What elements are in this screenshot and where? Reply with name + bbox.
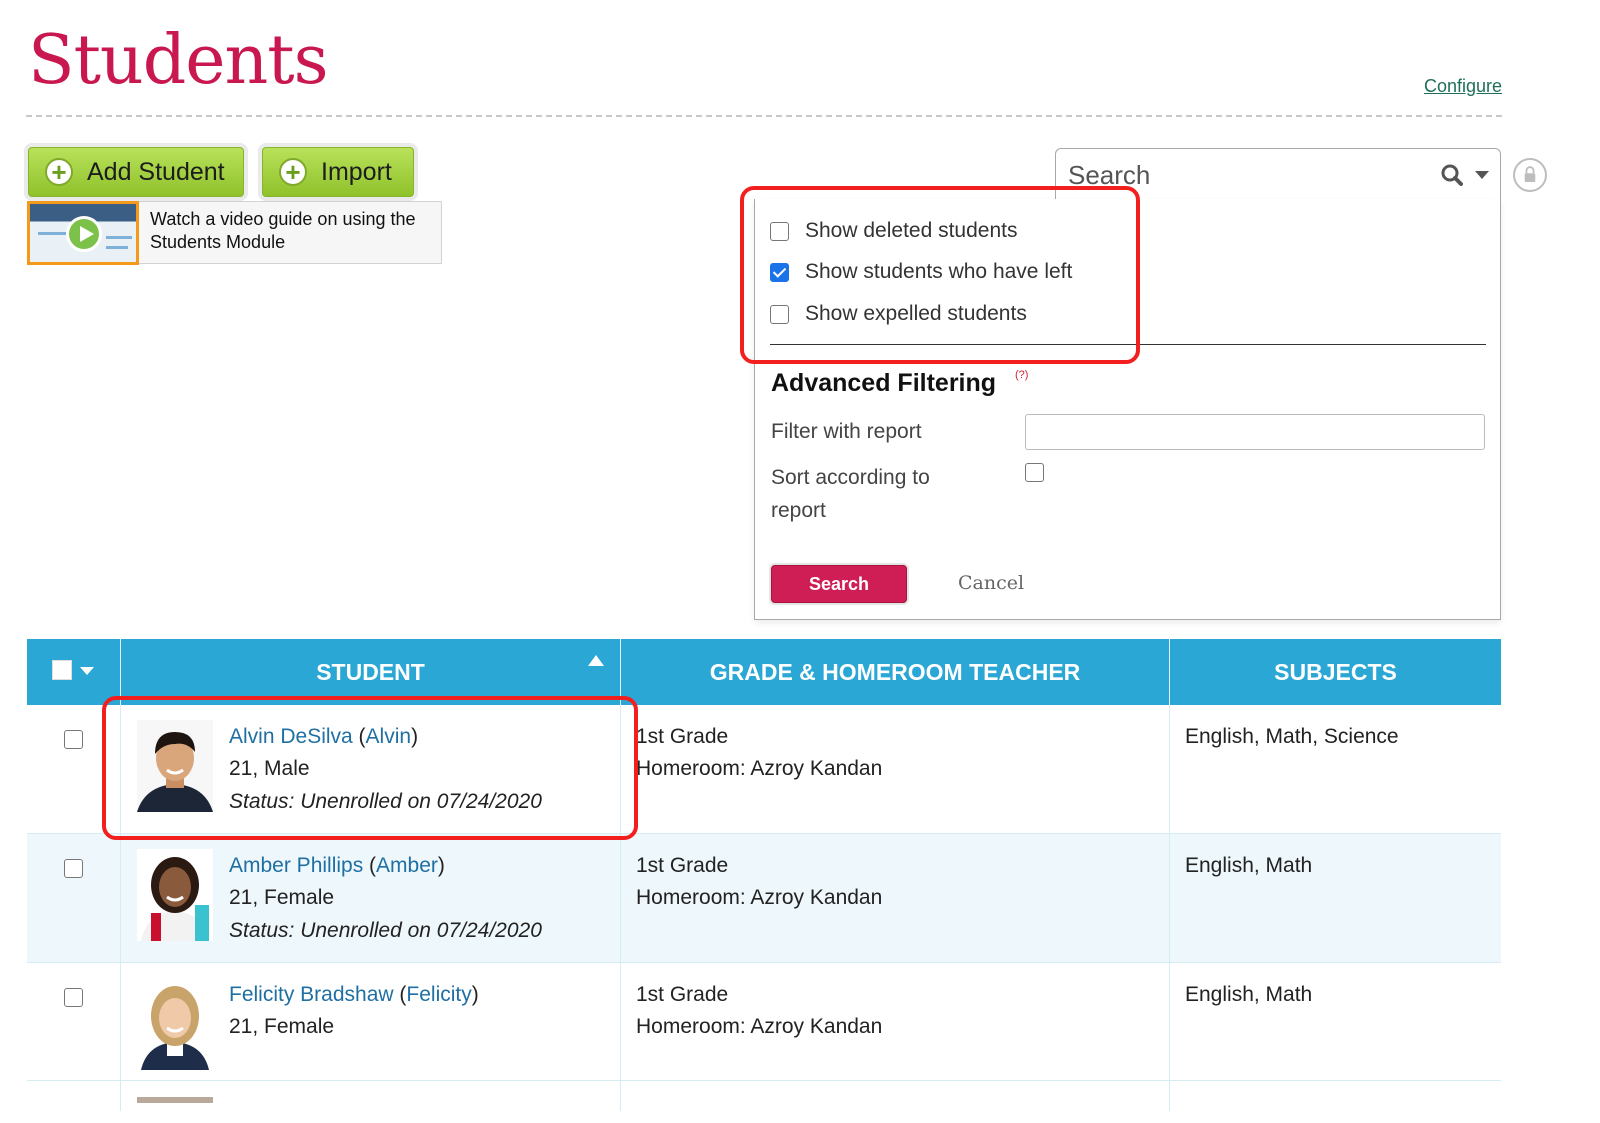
student-grade: 1st Grade <box>636 854 729 877</box>
column-student[interactable]: STUDENT <box>121 639 621 705</box>
checkbox[interactable] <box>770 304 789 324</box>
student-name-line: Felicity Bradshaw (Felicity) <box>229 983 479 1006</box>
sort-report-label: Sort according to report <box>771 466 930 522</box>
student-nickname-link[interactable]: Alvin <box>366 725 412 748</box>
help-link[interactable]: (?) <box>1015 369 1028 381</box>
video-thumbnail[interactable] <box>27 201 139 265</box>
sort-report-checkbox[interactable] <box>1025 463 1044 482</box>
filter-label: Show students who have left <box>805 260 1073 283</box>
search-icon[interactable] <box>1441 164 1463 186</box>
student-subjects: English, Math, Science <box>1185 725 1399 748</box>
advanced-filtering-title: Advanced Filtering <box>771 369 997 397</box>
student-name-line: Alvin DeSilva (Alvin) <box>229 725 419 748</box>
filter-report-label: Filter with report <box>771 420 922 443</box>
sort-ascending-icon[interactable] <box>588 655 604 666</box>
student-photo <box>137 978 213 1070</box>
import-label: Import <box>321 157 392 186</box>
student-homeroom: Homeroom: Azroy Kandan <box>636 1015 883 1038</box>
student-homeroom: Homeroom: Azroy Kandan <box>636 886 883 909</box>
filter-show-left[interactable]: Show students who have left <box>770 260 1072 284</box>
filter-label: Show deleted students <box>805 219 1018 242</box>
cancel-link[interactable]: Cancel <box>958 572 1024 594</box>
table-row[interactable]: Alvin DeSilva (Alvin) 21, Male Status: U… <box>27 705 1501 834</box>
column-label: GRADE & HOMEROOM TEACHER <box>709 658 1081 685</box>
student-status: Status: Unenrolled on 07/24/2020 <box>229 919 542 942</box>
student-age-gender: 21, Female <box>229 886 335 909</box>
configure-link[interactable]: Configure <box>1424 76 1502 97</box>
filter-label: Show expelled students <box>805 302 1027 325</box>
student-grade: 1st Grade <box>636 983 729 1006</box>
title-divider <box>26 115 1502 117</box>
student-photo <box>137 849 213 941</box>
student-nickname-link[interactable]: Amber <box>376 854 438 877</box>
student-name-line: Amber Phillips (Amber) <box>229 854 445 877</box>
column-subjects[interactable]: SUBJECTS <box>1170 639 1501 705</box>
select-all-column <box>27 639 121 705</box>
import-button[interactable]: + Import <box>262 147 414 197</box>
student-nickname-link[interactable]: Felicity <box>406 983 471 1006</box>
row-checkbox[interactable] <box>64 859 83 878</box>
select-all-checkbox[interactable] <box>52 660 72 680</box>
column-grade-homeroom[interactable]: GRADE & HOMEROOM TEACHER <box>621 639 1170 705</box>
video-guide-text: Watch a video guide on using the Student… <box>150 209 416 252</box>
add-student-label: Add Student <box>87 157 225 186</box>
panel-divider <box>770 344 1486 345</box>
row-checkbox[interactable] <box>64 730 83 749</box>
checkbox[interactable] <box>770 262 789 282</box>
table-row[interactable]: Amber Phillips (Amber) 21, Female Status… <box>27 834 1501 963</box>
filter-report-input[interactable] <box>1025 414 1485 450</box>
search-options-panel: Show deleted students Show students who … <box>754 199 1501 620</box>
checkbox[interactable] <box>770 221 789 241</box>
table-row-partial <box>27 1081 1501 1111</box>
student-age-gender: 21, Female <box>229 1015 335 1038</box>
video-guide[interactable]: Watch a video guide on using the Student… <box>27 201 442 265</box>
chevron-down-icon[interactable] <box>1475 171 1489 179</box>
student-name-link[interactable]: Felicity Bradshaw <box>229 983 394 1006</box>
row-checkbox[interactable] <box>64 988 83 1007</box>
plus-icon: + <box>45 158 73 186</box>
table-header: STUDENT GRADE & HOMEROOM TEACHER SUBJECT… <box>27 639 1501 705</box>
play-icon <box>66 216 102 252</box>
student-subjects: English, Math <box>1185 854 1313 877</box>
student-age-gender: 21, Male <box>229 757 310 780</box>
add-student-button[interactable]: + Add Student <box>28 147 244 197</box>
column-label: SUBJECTS <box>1274 658 1397 685</box>
student-homeroom: Homeroom: Azroy Kandan <box>636 757 883 780</box>
chevron-down-icon[interactable] <box>80 667 94 675</box>
student-name-link[interactable]: Alvin DeSilva <box>229 725 353 748</box>
student-grade: 1st Grade <box>636 725 729 748</box>
student-photo <box>137 720 213 812</box>
plus-icon: + <box>279 158 307 186</box>
lock-icon[interactable] <box>1513 158 1547 192</box>
filter-show-expelled[interactable]: Show expelled students <box>770 302 1027 326</box>
page-title: Students <box>28 21 328 100</box>
search-button[interactable]: Search <box>771 565 907 603</box>
search-input[interactable] <box>1066 157 1430 193</box>
student-name-link[interactable]: Amber Phillips <box>229 854 363 877</box>
column-label: STUDENT <box>316 658 425 685</box>
search-box <box>1055 148 1501 200</box>
student-subjects: English, Math <box>1185 983 1313 1006</box>
table-row[interactable]: Felicity Bradshaw (Felicity) 21, Female … <box>27 963 1501 1081</box>
filter-show-deleted[interactable]: Show deleted students <box>770 219 1017 243</box>
student-status: Status: Unenrolled on 07/24/2020 <box>229 790 542 813</box>
